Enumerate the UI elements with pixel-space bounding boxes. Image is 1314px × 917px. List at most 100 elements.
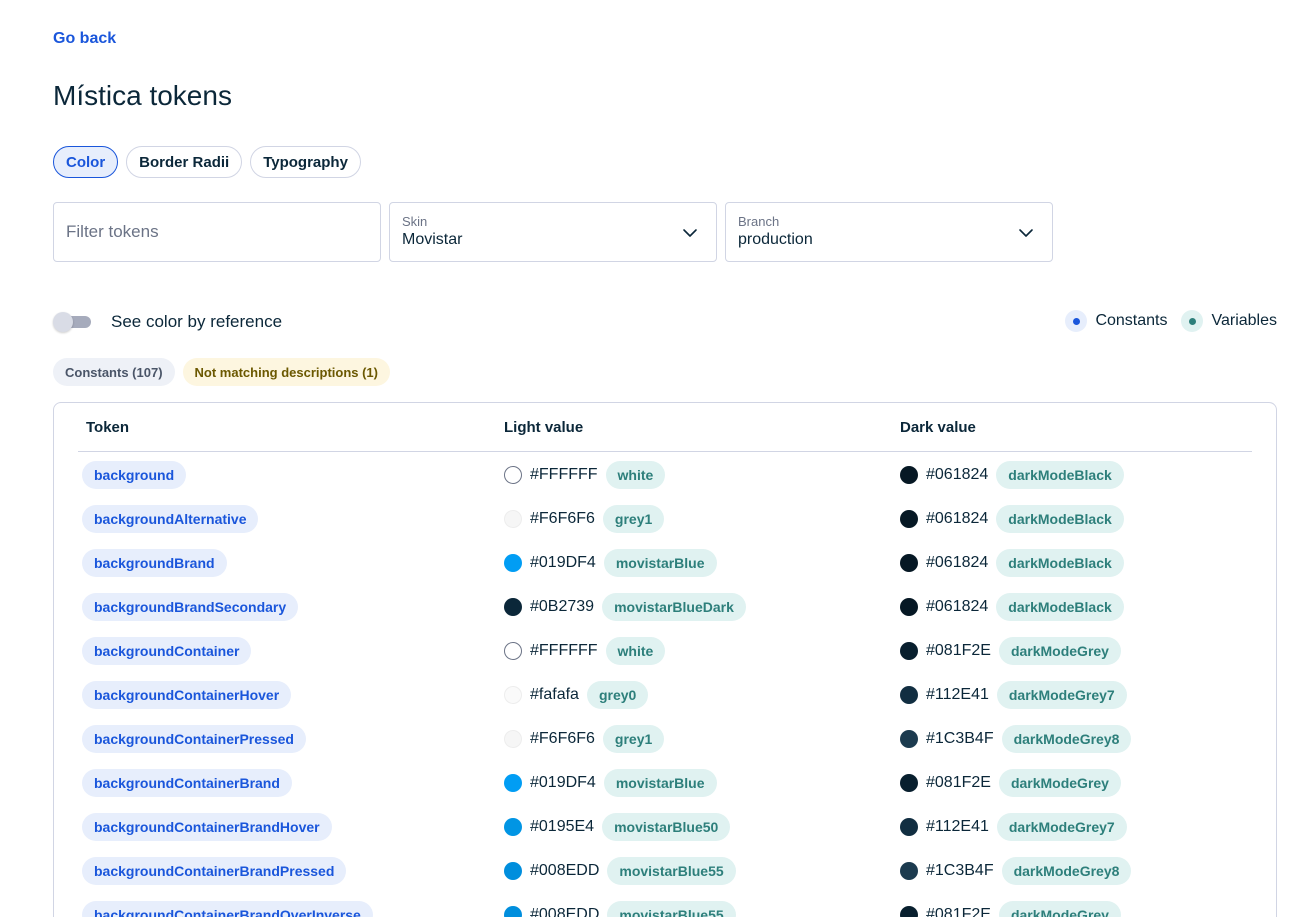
- color-swatch-icon: [900, 774, 918, 792]
- legend-constants: Constants: [1065, 310, 1167, 332]
- table-header: Token Light value Dark value: [78, 403, 1252, 452]
- dark-hex-value: #081F2E: [926, 774, 991, 791]
- page-title: Mística tokens: [53, 80, 232, 111]
- light-hex-value: #008EDD: [530, 906, 600, 917]
- token-name-chip[interactable]: backgroundBrand: [82, 549, 227, 577]
- dark-reference-chip[interactable]: darkModeBlack: [996, 461, 1124, 489]
- go-back-link[interactable]: Go back: [53, 30, 116, 48]
- dark-reference-chip[interactable]: darkModeGrey7: [996, 681, 1127, 709]
- light-reference-chip[interactable]: white: [605, 637, 666, 665]
- token-name-chip[interactable]: backgroundContainerBrandPressed: [82, 857, 347, 885]
- filters-bar: Skin Movistar Branch production: [53, 202, 1053, 262]
- legend-variables-label: Variables: [1211, 312, 1277, 329]
- dark-reference-chip[interactable]: darkModeGrey8: [1001, 857, 1132, 885]
- table-row: backgroundBrand #019DF4 movistarBlue #06182…: [78, 541, 1252, 585]
- dark-hex-value: #061824: [926, 598, 989, 615]
- dark-hex-value: #1C3B4F: [926, 862, 994, 879]
- color-swatch-icon: [504, 906, 522, 917]
- legend: Constants Variables: [1065, 310, 1277, 332]
- color-swatch-icon: [504, 686, 522, 704]
- color-swatch-icon: [900, 862, 918, 880]
- token-name-chip[interactable]: backgroundContainerHover: [82, 681, 292, 709]
- constants-dot-icon: [1065, 310, 1088, 332]
- light-reference-chip[interactable]: movistarBlue55: [607, 857, 736, 885]
- light-value-cell: #fafafa grey0: [504, 681, 649, 709]
- color-swatch-icon: [504, 598, 522, 616]
- table-row: backgroundAlternative #F6F6F6 grey1 #061824…: [78, 497, 1252, 541]
- light-value-cell: #FFFFFF white: [504, 461, 666, 489]
- light-hex-value: #F6F6F6: [530, 510, 595, 527]
- branch-select[interactable]: Branch production: [725, 202, 1053, 262]
- token-name-chip[interactable]: backgroundContainerPressed: [82, 725, 306, 753]
- switch-thumb: [53, 312, 73, 332]
- table-row: backgroundContainerBrand #019DF4 movistarB…: [78, 761, 1252, 805]
- light-reference-chip[interactable]: grey1: [602, 725, 665, 753]
- light-value-cell: #008EDD movistarBlue55: [504, 857, 736, 885]
- filter-tokens-input[interactable]: [54, 203, 380, 261]
- skin-select[interactable]: Skin Movistar: [389, 202, 717, 262]
- dark-reference-chip[interactable]: darkModeGrey8: [1001, 725, 1132, 753]
- dark-hex-value: #061824: [926, 510, 989, 527]
- light-reference-chip[interactable]: grey1: [602, 505, 665, 533]
- dark-value-cell: #061824 darkModeBlack: [900, 505, 1124, 533]
- dark-value-cell: #081F2E darkModeGrey: [900, 769, 1121, 797]
- tab-border-radii[interactable]: Border Radii: [126, 146, 243, 178]
- color-swatch-icon: [900, 686, 918, 704]
- see-color-by-reference-switch[interactable]: [53, 310, 91, 334]
- dark-reference-chip[interactable]: darkModeBlack: [996, 593, 1124, 621]
- color-swatch-icon: [900, 466, 918, 484]
- table-row: backgroundContainerPressed #F6F6F6 grey1 #1…: [78, 717, 1252, 761]
- dark-reference-chip[interactable]: darkModeBlack: [996, 549, 1124, 577]
- light-reference-chip[interactable]: movistarBlue: [603, 769, 717, 797]
- token-name-chip[interactable]: background: [82, 461, 187, 489]
- light-reference-chip[interactable]: movistarBlue55: [607, 901, 736, 917]
- color-swatch-icon: [900, 554, 918, 572]
- light-value-cell: #019DF4 movistarBlue: [504, 769, 717, 797]
- branch-label: Branch: [738, 214, 780, 229]
- summary-badges: Constants (107) Not matching description…: [53, 358, 390, 386]
- dark-reference-chip[interactable]: darkModeGrey: [998, 637, 1121, 665]
- tokens-table: Token Light value Dark value background #…: [53, 402, 1277, 917]
- light-reference-chip[interactable]: grey0: [586, 681, 649, 709]
- color-swatch-icon: [504, 730, 522, 748]
- table-row: backgroundContainer #FFFFFF white #081F2E da…: [78, 629, 1252, 673]
- token-name-chip[interactable]: backgroundContainerBrand: [82, 769, 292, 797]
- table-row: background #FFFFFF white #061824 darkModeBla…: [78, 453, 1252, 497]
- skin-label: Skin: [402, 214, 428, 229]
- header-light-value: Light value: [504, 419, 584, 436]
- light-reference-chip[interactable]: white: [605, 461, 666, 489]
- toggle-label: See color by reference: [111, 312, 283, 331]
- table-row: backgroundContainerBrandOverInverse #008E…: [78, 893, 1252, 917]
- dark-reference-chip[interactable]: darkModeBlack: [996, 505, 1124, 533]
- tab-typography[interactable]: Typography: [250, 146, 361, 178]
- dark-value-cell: #081F2E darkModeGrey: [900, 637, 1121, 665]
- token-name-chip[interactable]: backgroundContainerBrandOverInverse: [82, 901, 373, 917]
- table-row: backgroundBrandSecondary #0B2739 movistarB…: [78, 585, 1252, 629]
- legend-constants-label: Constants: [1095, 312, 1168, 329]
- token-name-chip[interactable]: backgroundBrandSecondary: [82, 593, 299, 621]
- color-swatch-icon: [504, 466, 522, 484]
- token-name-chip[interactable]: backgroundContainerBrandHover: [82, 813, 332, 841]
- light-reference-chip[interactable]: movistarBlue50: [602, 813, 731, 841]
- dark-reference-chip[interactable]: darkModeGrey: [998, 769, 1121, 797]
- dark-value-cell: #112E41 darkModeGrey7: [900, 813, 1127, 841]
- header-token: Token: [86, 419, 130, 436]
- light-reference-chip[interactable]: movistarBlue: [603, 549, 717, 577]
- tab-color[interactable]: Color: [53, 146, 119, 178]
- dark-reference-chip[interactable]: darkModeGrey: [998, 901, 1121, 917]
- color-swatch-icon: [900, 730, 918, 748]
- light-hex-value: #008EDD: [530, 862, 600, 879]
- not-matching-badge: Not matching descriptions (1): [182, 358, 390, 386]
- token-name-chip[interactable]: backgroundAlternative: [82, 505, 259, 533]
- token-name-chip[interactable]: backgroundContainer: [82, 637, 252, 665]
- color-swatch-icon: [504, 862, 522, 880]
- light-reference-chip[interactable]: movistarBlueDark: [602, 593, 746, 621]
- dark-reference-chip[interactable]: darkModeGrey7: [996, 813, 1127, 841]
- dark-hex-value: #112E41: [926, 818, 989, 835]
- light-value-cell: #F6F6F6 grey1: [504, 505, 665, 533]
- dark-value-cell: #061824 darkModeBlack: [900, 549, 1124, 577]
- variables-dot-icon: [1181, 310, 1204, 332]
- table-row: backgroundContainerBrandPressed #008EDD mo…: [78, 849, 1252, 893]
- chevron-down-icon: [683, 229, 697, 237]
- chevron-down-icon: [1019, 229, 1033, 237]
